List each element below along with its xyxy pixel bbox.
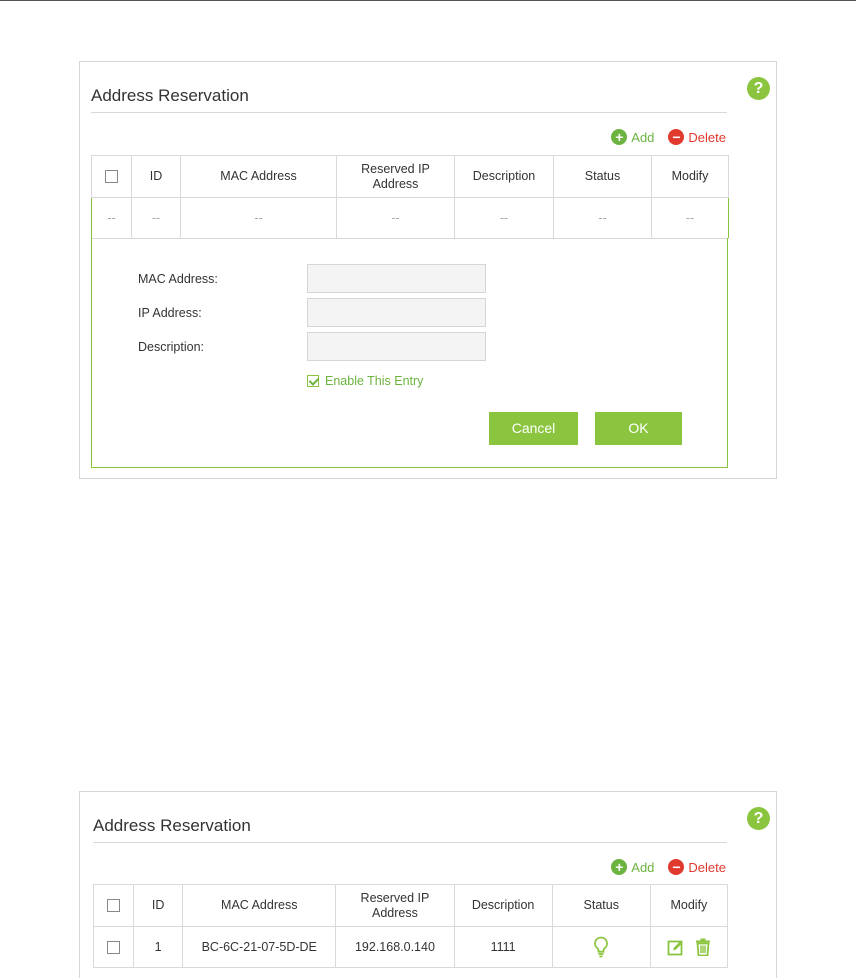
edit-icon[interactable] xyxy=(667,939,684,956)
delete-label: Delete xyxy=(688,859,726,875)
col-reserved-ip: Reserved IP Address xyxy=(335,884,455,927)
plus-icon: + xyxy=(611,859,628,875)
help-icon[interactable]: ? xyxy=(747,807,770,830)
cell-id: 1 xyxy=(133,926,184,968)
cell-status: -- xyxy=(553,197,652,239)
add-label: Add xyxy=(631,129,655,145)
panel-title: Address Reservation xyxy=(91,86,249,105)
add-button[interactable]: + Add xyxy=(611,859,654,875)
cell-mac: -- xyxy=(180,197,337,239)
title-divider xyxy=(93,842,727,843)
enable-entry-label: Enable This Entry xyxy=(325,374,424,388)
col-modify: Modify xyxy=(651,155,729,198)
plus-icon: + xyxy=(611,129,628,145)
cell-id: -- xyxy=(131,197,181,239)
bulb-icon[interactable] xyxy=(593,936,609,958)
ip-address-label: IP Address: xyxy=(138,306,202,320)
reservation-table: ID MAC Address Reserved IP Address Descr… xyxy=(92,884,729,968)
add-button[interactable]: + Add xyxy=(611,129,654,145)
col-description: Description xyxy=(453,884,553,927)
col-status: Status xyxy=(553,155,652,198)
select-all-cell xyxy=(91,155,132,198)
address-reservation-panel-edit: ? Address Reservation + Add − Delete ID … xyxy=(79,61,777,479)
col-modify: Modify xyxy=(649,884,729,927)
cell-description: -- xyxy=(454,197,554,239)
cell-description: 1111 xyxy=(453,926,553,968)
panel-title: Address Reservation xyxy=(93,816,251,835)
title-divider xyxy=(91,112,727,113)
cell-ip: -- xyxy=(336,197,455,239)
trash-icon[interactable] xyxy=(695,938,711,956)
select-all-checkbox[interactable] xyxy=(107,899,121,913)
cancel-button[interactable]: Cancel xyxy=(489,412,578,445)
address-reservation-panel-list: ? Address Reservation + Add − Delete ID … xyxy=(79,791,777,978)
minus-icon: − xyxy=(668,859,685,875)
add-label: Add xyxy=(631,859,655,875)
table-header: ID MAC Address Reserved IP Address Descr… xyxy=(91,155,729,198)
cell-modify xyxy=(649,926,729,968)
col-reserved-ip: Reserved IP Address xyxy=(336,155,455,198)
delete-label: Delete xyxy=(688,129,726,145)
help-icon[interactable]: ? xyxy=(747,77,770,100)
col-id: ID xyxy=(133,884,184,927)
minus-icon: − xyxy=(668,129,685,145)
col-status: Status xyxy=(551,884,651,927)
cell-ip: 192.168.0.140 xyxy=(335,926,455,968)
checkbox-checked-icon xyxy=(307,375,319,387)
table-row: 1 BC-6C-21-07-5D-DE 192.168.0.140 1111 xyxy=(92,926,729,968)
table-header: ID MAC Address Reserved IP Address Descr… xyxy=(92,884,729,927)
cell-select: -- xyxy=(91,197,132,239)
cell-mac: BC-6C-21-07-5D-DE xyxy=(182,926,337,968)
ip-address-field[interactable] xyxy=(307,298,486,327)
table-toolbar: + Add − Delete xyxy=(611,129,726,145)
modify-actions xyxy=(667,938,711,956)
table-row: -- -- -- -- -- -- -- xyxy=(91,197,729,239)
row-checkbox[interactable] xyxy=(107,941,121,955)
top-rule xyxy=(0,0,856,1)
col-mac-address: MAC Address xyxy=(182,884,337,927)
edit-entry-form: MAC Address: IP Address: Description: En… xyxy=(91,238,728,468)
reservation-table: ID MAC Address Reserved IP Address Descr… xyxy=(91,155,729,239)
col-id: ID xyxy=(131,155,181,198)
delete-button[interactable]: − Delete xyxy=(668,129,726,145)
col-mac-address: MAC Address xyxy=(180,155,337,198)
mac-address-field[interactable] xyxy=(307,264,486,293)
cell-modify: -- xyxy=(651,197,729,239)
cell-status xyxy=(551,926,651,968)
select-all-cell xyxy=(92,884,135,927)
cell-select xyxy=(92,926,135,968)
ok-button[interactable]: OK xyxy=(595,412,682,445)
mac-address-label: MAC Address: xyxy=(138,272,218,286)
col-description: Description xyxy=(454,155,554,198)
table-toolbar: + Add − Delete xyxy=(611,859,726,875)
description-label: Description: xyxy=(138,340,204,354)
delete-button[interactable]: − Delete xyxy=(668,859,726,875)
description-field[interactable] xyxy=(307,332,486,361)
select-all-checkbox[interactable] xyxy=(105,170,118,184)
enable-entry-checkbox[interactable]: Enable This Entry xyxy=(307,374,423,388)
